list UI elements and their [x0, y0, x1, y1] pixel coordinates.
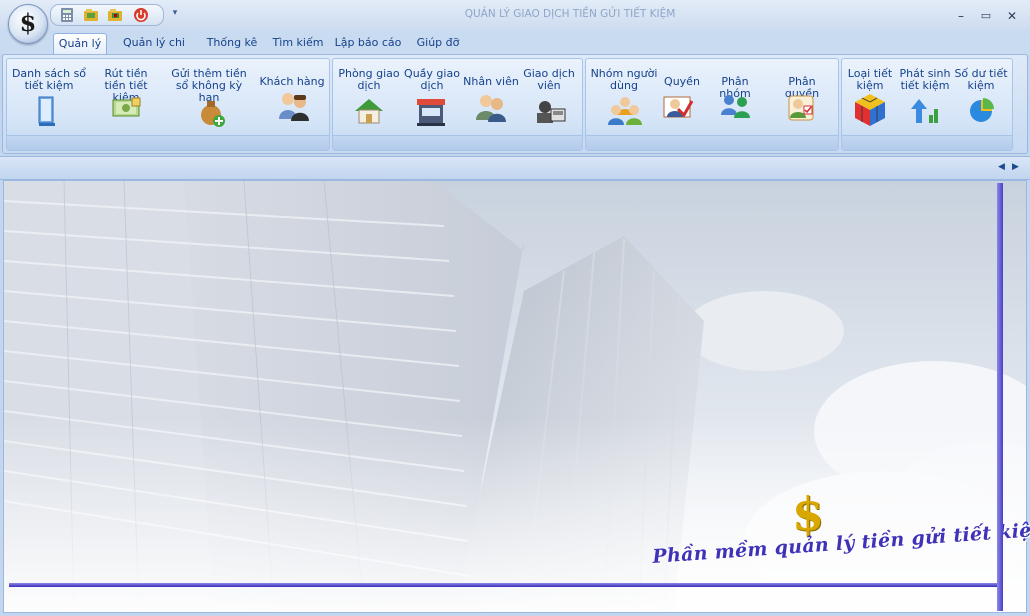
permission-icon [662, 91, 694, 119]
teller-icon [535, 99, 566, 127]
button-label: Danh sách sổ tiết kiệm [11, 67, 87, 92]
button-label: Quầy giao dịch [404, 67, 460, 92]
document-tab-strip: ◀ ▶ [0, 156, 1030, 180]
money-icon [112, 97, 141, 125]
folder-open-icon[interactable] [83, 7, 99, 23]
button-label: Phòng giao dịch [338, 67, 400, 92]
minimize-button[interactable]: – [951, 8, 971, 24]
button-label: Nhóm người dùng [590, 67, 658, 92]
button-label: Loại tiết kiệm [847, 67, 893, 92]
tab-lap-bao-cao[interactable]: Lập báo cáo [334, 33, 402, 54]
decorative-horizontal-bar [9, 583, 1001, 587]
close-button[interactable]: ✕ [1002, 8, 1022, 24]
book-icon [33, 95, 61, 126]
staff-icon [475, 92, 506, 122]
ribbon-tabs: Quản lý Quản lý chi tiết Thống kê Tìm ki… [0, 30, 1030, 69]
dollar-logo-icon: $ [792, 487, 825, 541]
dollar-icon: $ [19, 8, 37, 37]
power-icon[interactable] [133, 7, 149, 23]
quay-giao-dich-button[interactable]: Quầy giao dịch [403, 68, 461, 92]
assign-group-icon [720, 93, 750, 121]
house-icon [353, 97, 383, 125]
ribbon-group-giao-dich: Danh sách sổ tiết kiệm Rút tiền tiền tiế… [6, 58, 330, 151]
counter-icon [416, 97, 445, 126]
folder-save-icon[interactable] [107, 7, 123, 23]
pie-chart-icon [968, 97, 996, 125]
group-caption [842, 135, 1012, 150]
group-caption [333, 135, 582, 150]
danh-sach-so-tiet-kiem-button[interactable]: Danh sách sổ tiết kiệm [10, 68, 88, 92]
scroll-left-icon[interactable]: ◀ [998, 162, 1005, 172]
nhan-vien-button[interactable]: Nhân viên [463, 76, 519, 88]
button-label: Phát sinh tiết kiệm [899, 67, 951, 92]
ribbon-group-tiet-kiem: Loại tiết kiệm Phát sinh tiết kiệm Số dư… [841, 58, 1013, 151]
so-du-tiet-kiem-button[interactable]: Số dư tiết kiệm [952, 68, 1010, 92]
phong-giao-dich-button[interactable]: Phòng giao dịch [337, 68, 401, 92]
growth-icon [910, 97, 938, 125]
customers-icon [278, 91, 309, 121]
add-money-icon [197, 95, 225, 127]
ribbon-group-to-chuc: Phòng giao dịch Quầy giao dịch Nhân viên… [332, 58, 583, 151]
application-menu-button[interactable]: $ [8, 4, 48, 44]
loai-tiet-kiem-button[interactable]: Loại tiết kiệm [844, 68, 896, 92]
button-label: Số dư tiết kiệm [954, 67, 1008, 92]
scroll-right-icon[interactable]: ▶ [1012, 162, 1019, 172]
assign-permission-icon [785, 92, 814, 121]
calculator-icon[interactable] [59, 7, 75, 23]
decorative-vertical-bar [997, 183, 1003, 611]
cube-icon [853, 92, 885, 126]
tab-giup-do[interactable]: Giúp đỡ [413, 33, 463, 54]
quick-access-toolbar [50, 4, 164, 26]
giao-dich-vien-button[interactable]: Giao dịch viên [521, 68, 577, 92]
khach-hang-button[interactable]: Khách hàng [259, 76, 325, 88]
ribbon-group-nguoi-dung: Nhóm người dùng Quyền Phân nhóm Phân quy… [585, 58, 839, 151]
button-label: Giao dịch viên [523, 67, 575, 92]
tab-quan-ly-chi-tiet[interactable]: Quản lý chi tiết [113, 33, 195, 69]
tab-tim-kiem[interactable]: Tìm kiếm [270, 33, 326, 54]
button-label: Khách hàng [259, 75, 325, 88]
tab-quan-ly[interactable]: Quản lý [53, 33, 107, 55]
window-title: QUẢN LÝ GIAO DỊCH TIỀN GỬI TIẾT KIỆM [464, 8, 676, 20]
title-bar: ▾ QUẢN LÝ GIAO DỊCH TIỀN GỬI TIẾT KIỆM –… [0, 0, 1030, 30]
phat-sinh-tiet-kiem-button[interactable]: Phát sinh tiết kiệm [898, 68, 952, 92]
qat-customize-icon[interactable]: ▾ [171, 8, 179, 18]
group-caption [586, 135, 838, 150]
button-label: Quyền [664, 75, 700, 88]
button-label: Nhân viên [463, 75, 519, 88]
group-caption [7, 135, 329, 150]
ribbon-panel: Danh sách sổ tiết kiệm Rút tiền tiền tiế… [2, 54, 1028, 154]
user-group-icon [608, 95, 642, 125]
maximize-button[interactable]: ▭ [976, 8, 996, 24]
tab-thong-ke[interactable]: Thống kê [204, 33, 260, 54]
nhom-nguoi-dung-button[interactable]: Nhóm người dùng [589, 68, 659, 92]
quyen-button[interactable]: Quyền [662, 76, 702, 88]
